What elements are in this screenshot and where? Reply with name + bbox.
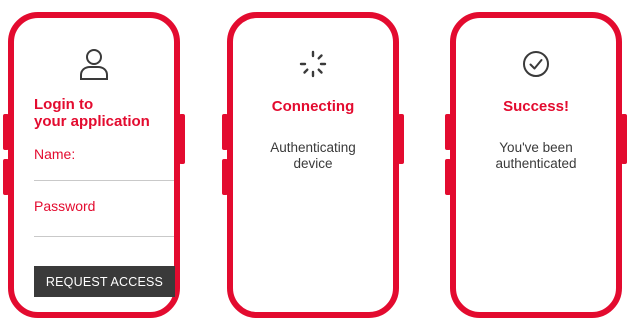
request-access-button[interactable]: REQUEST ACCESS — [34, 266, 175, 297]
phone-side-button — [445, 159, 451, 195]
check-circle-icon — [518, 46, 554, 82]
success-title: Success! — [503, 98, 569, 115]
success-message: You've been authenticated — [495, 140, 577, 171]
phone-side-button — [621, 114, 627, 164]
connecting-message: Authenticating device — [270, 140, 356, 171]
phone-side-button — [445, 114, 451, 150]
name-field-label: Name: — [34, 146, 76, 162]
login-phone-frame: Login to your application Name: Password… — [3, 12, 185, 318]
phone-side-button — [222, 114, 228, 150]
password-field-label: Password — [34, 198, 96, 214]
phone-side-button — [3, 159, 9, 195]
loading-spinner-icon — [295, 46, 331, 82]
phone-side-button — [3, 114, 9, 150]
success-phone-frame: Success! You've been authenticated — [445, 12, 627, 318]
user-icon — [76, 46, 112, 82]
connecting-title: Connecting — [271, 98, 355, 115]
password-field[interactable] — [34, 236, 174, 237]
phone-side-button — [398, 114, 404, 164]
phone-side-button — [179, 114, 185, 164]
connecting-phone-frame: Connecting Authenticating device — [222, 12, 404, 318]
login-title-line2: your application — [34, 113, 150, 130]
phone-side-button — [222, 159, 228, 195]
login-title: Login to your application — [34, 96, 150, 130]
login-title-line1: Login to — [34, 96, 94, 113]
name-field[interactable] — [34, 180, 174, 181]
